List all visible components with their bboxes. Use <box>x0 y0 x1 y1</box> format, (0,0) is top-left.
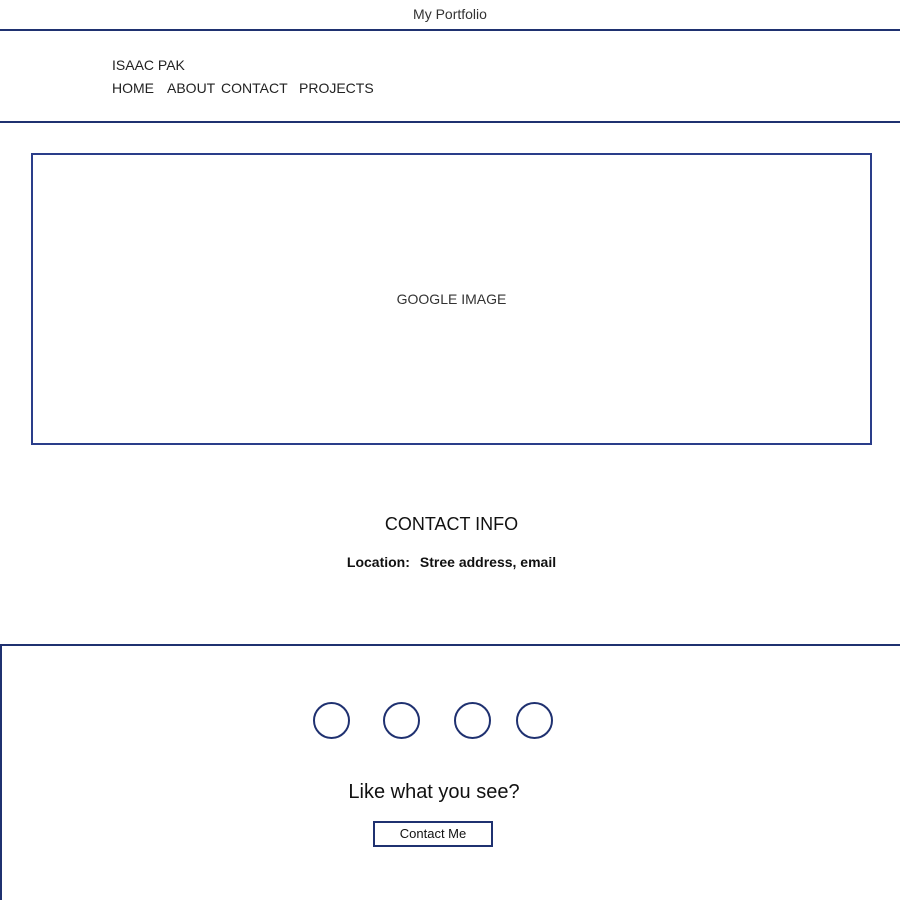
site-name: ISAAC PAK <box>112 57 185 73</box>
nav-home-link[interactable]: HOME <box>112 80 154 96</box>
nav-about-link[interactable]: ABOUT <box>167 80 215 96</box>
social-icon[interactable] <box>454 702 491 739</box>
contact-me-button[interactable]: Contact Me <box>373 821 493 847</box>
page-title: My Portfolio <box>0 0 900 31</box>
site-header: ISAAC PAK HOME ABOUT CONTACT PROJECTS <box>0 31 900 123</box>
cta-text: Like what you see? <box>348 781 520 803</box>
nav-contact-link[interactable]: CONTACT <box>221 80 288 96</box>
nav-projects-link[interactable]: PROJECTS <box>299 80 374 96</box>
site-footer: Like what you see? Contact Me <box>0 644 900 900</box>
location-label: Location: <box>346 554 410 570</box>
contact-info-heading: CONTACT INFO <box>384 514 519 534</box>
hero-image-placeholder: GOOGLE IMAGE <box>31 153 872 445</box>
location-value: Stree address, email <box>419 554 557 570</box>
hero-image-label: GOOGLE IMAGE <box>396 291 507 307</box>
social-icon[interactable] <box>313 702 350 739</box>
portfolio-page: My Portfolio ISAAC PAK HOME ABOUT CONTAC… <box>0 0 900 900</box>
social-icon[interactable] <box>516 702 553 739</box>
contact-location: Location: Stree address, email <box>0 554 900 570</box>
social-icon[interactable] <box>383 702 420 739</box>
